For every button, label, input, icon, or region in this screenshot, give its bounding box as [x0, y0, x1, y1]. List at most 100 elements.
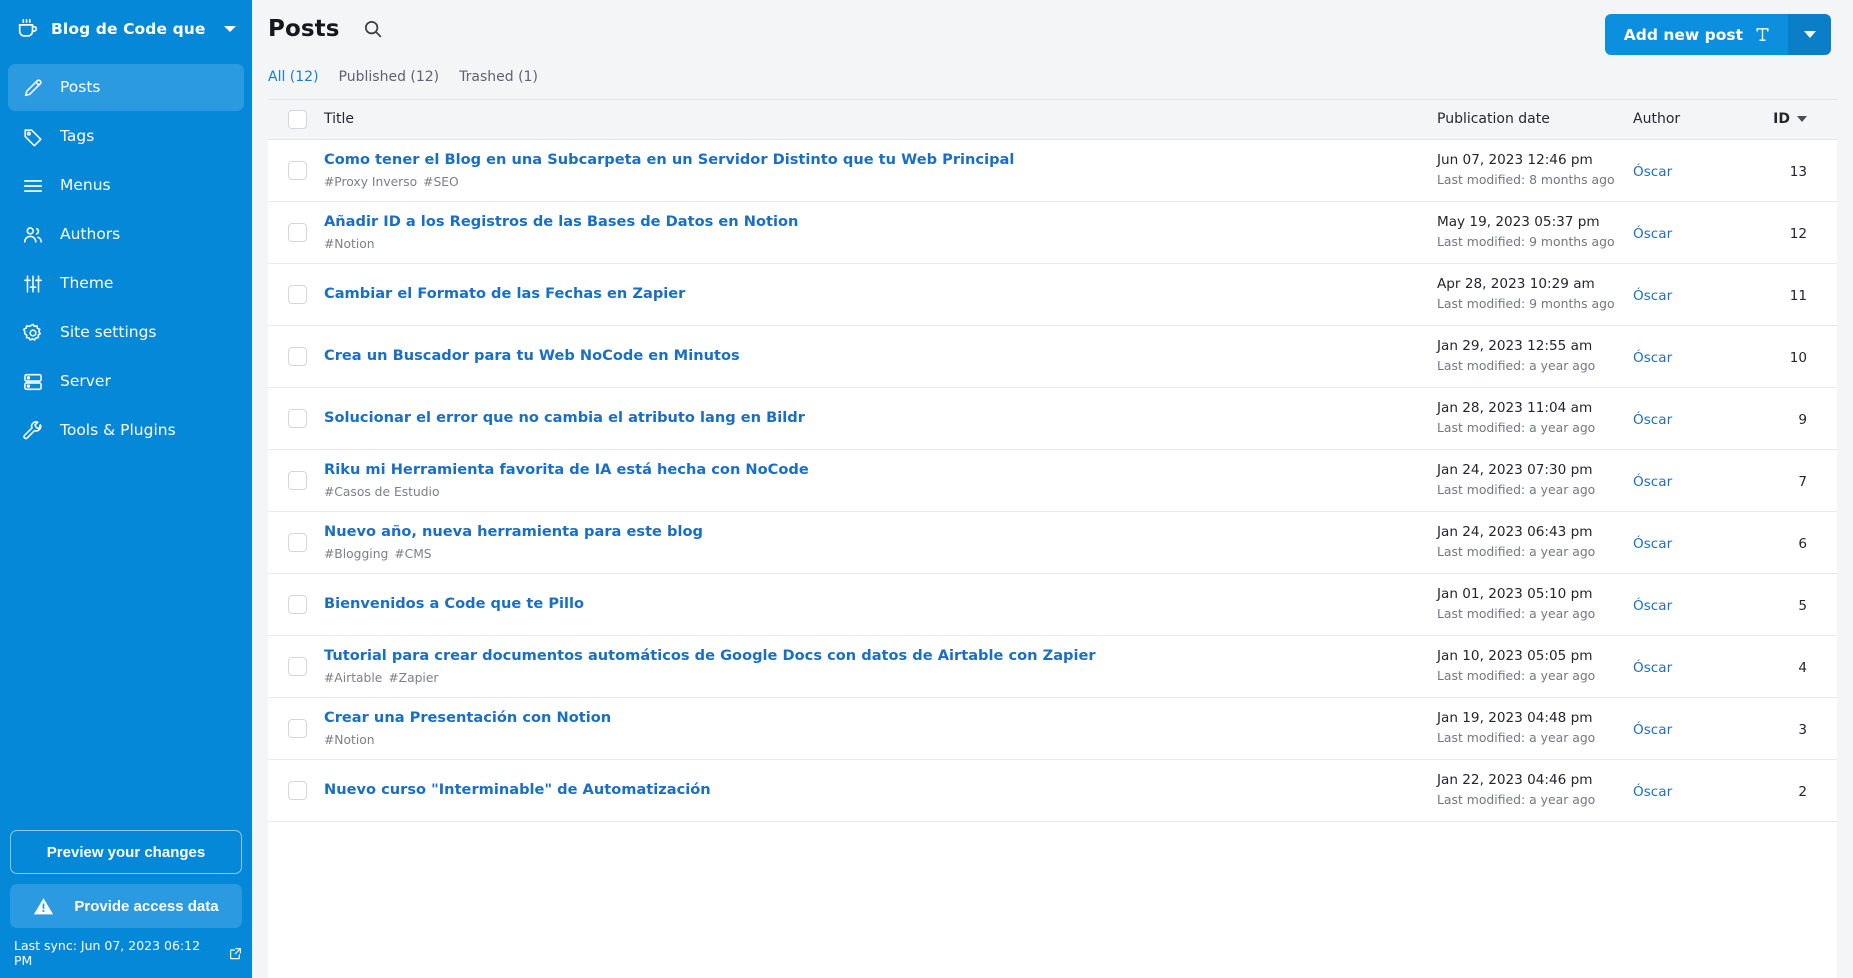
sidebar-spacer: [0, 456, 252, 830]
post-tag[interactable]: #Airtable: [324, 671, 382, 685]
post-title-link[interactable]: Crea un Buscador para tu Web NoCode en M…: [324, 347, 1437, 365]
tab-published[interactable]: Published (12): [339, 69, 440, 85]
sidebar-item-theme[interactable]: Theme: [8, 260, 244, 307]
row-checkbox[interactable]: [288, 657, 307, 676]
sidebar-item-menus[interactable]: Menus: [8, 162, 244, 209]
publication-date: Jun 07, 2023 12:46 pm: [1437, 152, 1619, 169]
post-id: 12: [1790, 226, 1807, 242]
row-checkbox[interactable]: [288, 347, 307, 366]
table-row[interactable]: Crea un Buscador para tu Web NoCode en M…: [268, 325, 1837, 387]
column-header-author[interactable]: Author: [1633, 100, 1753, 139]
sidebar-item-tags[interactable]: Tags: [8, 113, 244, 160]
table-row[interactable]: Bienvenidos a Code que te PilloJan 01, 2…: [268, 573, 1837, 635]
last-modified: Last modified: a year ago: [1437, 607, 1619, 622]
row-select-cell: [268, 201, 324, 263]
table-row[interactable]: Riku mi Herramienta favorita de IA está …: [268, 449, 1837, 511]
author-link[interactable]: Óscar: [1633, 536, 1672, 552]
sidebar-item-site-settings[interactable]: Site settings: [8, 309, 244, 356]
row-checkbox[interactable]: [288, 533, 307, 552]
sliders-icon: [22, 273, 44, 295]
author-link[interactable]: Óscar: [1633, 412, 1672, 428]
post-tag[interactable]: #Blogging: [324, 547, 388, 561]
post-title-link[interactable]: Cambiar el Formato de las Fechas en Zapi…: [324, 285, 1437, 303]
post-id-cell: 2: [1753, 759, 1837, 821]
column-header-id[interactable]: ID: [1753, 100, 1837, 139]
last-sync-status[interactable]: Last sync: Jun 07, 2023 06:12 PM: [10, 938, 242, 968]
post-title-link[interactable]: Crear una Presentación con Notion: [324, 709, 1437, 727]
column-header-title[interactable]: Title: [324, 100, 1437, 139]
search-icon[interactable]: [362, 18, 384, 40]
author-link[interactable]: Óscar: [1633, 288, 1672, 304]
column-header-publication-date[interactable]: Publication date: [1437, 100, 1633, 139]
post-tag[interactable]: #Proxy Inverso: [324, 175, 417, 189]
post-title-link[interactable]: Solucionar el error que no cambia el atr…: [324, 409, 1437, 427]
author-link[interactable]: Óscar: [1633, 474, 1672, 490]
author-link[interactable]: Óscar: [1633, 660, 1672, 676]
row-checkbox[interactable]: [288, 161, 307, 180]
sidebar-item-tools-plugins[interactable]: Tools & Plugins: [8, 407, 244, 454]
post-id: 9: [1798, 412, 1807, 428]
tab-trashed[interactable]: Trashed (1): [459, 69, 538, 85]
preview-changes-button[interactable]: Preview your changes: [10, 830, 242, 874]
publication-date-cell: May 19, 2023 05:37 pmLast modified: 9 mo…: [1437, 201, 1633, 263]
site-switcher[interactable]: Blog de Code que t...: [0, 0, 252, 56]
post-tag[interactable]: #Notion: [324, 733, 375, 747]
post-title-link[interactable]: Nuevo curso "Interminable" de Automatiza…: [324, 781, 1437, 799]
post-title-cell: Riku mi Herramienta favorita de IA está …: [324, 449, 1437, 511]
post-id-cell: 13: [1753, 139, 1837, 201]
post-tag[interactable]: #Notion: [324, 237, 375, 251]
post-tag[interactable]: #Zapier: [388, 671, 438, 685]
publication-date-cell: Apr 28, 2023 10:29 amLast modified: 9 mo…: [1437, 263, 1633, 325]
author-link[interactable]: Óscar: [1633, 598, 1672, 614]
table-row[interactable]: Añadir ID a los Registros de las Bases d…: [268, 201, 1837, 263]
publication-date: Jan 24, 2023 07:30 pm: [1437, 462, 1619, 479]
sidebar-item-authors[interactable]: Authors: [8, 211, 244, 258]
publication-date: May 19, 2023 05:37 pm: [1437, 214, 1619, 231]
post-title-link[interactable]: Añadir ID a los Registros de las Bases d…: [324, 213, 1437, 231]
sidebar-item-posts[interactable]: Posts: [8, 64, 244, 111]
table-row[interactable]: Como tener el Blog en una Subcarpeta en …: [268, 139, 1837, 201]
post-tag[interactable]: #Casos de Estudio: [324, 485, 440, 499]
table-row[interactable]: Nuevo año, nueva herramienta para este b…: [268, 511, 1837, 573]
post-title-link[interactable]: Nuevo año, nueva herramienta para este b…: [324, 523, 1437, 541]
table-row[interactable]: Nuevo curso "Interminable" de Automatiza…: [268, 759, 1837, 821]
post-id-cell: 4: [1753, 635, 1837, 697]
add-new-post-dropdown-button[interactable]: [1788, 14, 1831, 55]
post-title-link[interactable]: Tutorial para crear documentos automátic…: [324, 647, 1437, 665]
author-link[interactable]: Óscar: [1633, 350, 1672, 366]
tag-icon: [22, 126, 44, 148]
row-checkbox[interactable]: [288, 781, 307, 800]
table-row[interactable]: Crear una Presentación con Notion #Notion…: [268, 697, 1837, 759]
provide-access-data-button[interactable]: Provide access data: [10, 884, 242, 928]
posts-table-head: Title Publication date Author ID: [268, 100, 1837, 139]
author-link[interactable]: Óscar: [1633, 784, 1672, 800]
table-row[interactable]: Cambiar el Formato de las Fechas en Zapi…: [268, 263, 1837, 325]
author-link[interactable]: Óscar: [1633, 722, 1672, 738]
users-icon: [22, 224, 44, 246]
table-row[interactable]: Tutorial para crear documentos automátic…: [268, 635, 1837, 697]
author-cell: Óscar: [1633, 387, 1753, 449]
post-title-link[interactable]: Bienvenidos a Code que te Pillo: [324, 595, 1437, 613]
post-title-link[interactable]: Como tener el Blog en una Subcarpeta en …: [324, 151, 1437, 169]
author-link[interactable]: Óscar: [1633, 226, 1672, 242]
tab-all[interactable]: All (12): [268, 69, 319, 85]
author-link[interactable]: Óscar: [1633, 164, 1672, 180]
external-link-icon[interactable]: [229, 947, 242, 960]
row-checkbox[interactable]: [288, 719, 307, 738]
row-checkbox[interactable]: [288, 285, 307, 304]
row-checkbox[interactable]: [288, 223, 307, 242]
row-checkbox[interactable]: [288, 595, 307, 614]
post-tag[interactable]: #CMS: [394, 547, 431, 561]
publication-date: Jan 24, 2023 06:43 pm: [1437, 524, 1619, 541]
row-checkbox[interactable]: [288, 471, 307, 490]
sidebar-item-server[interactable]: Server: [8, 358, 244, 405]
select-all-checkbox[interactable]: [288, 110, 307, 129]
add-new-post-button[interactable]: Add new post: [1605, 14, 1788, 55]
chevron-down-icon[interactable]: [224, 26, 236, 32]
post-title-link[interactable]: Riku mi Herramienta favorita de IA está …: [324, 461, 1437, 479]
post-tag[interactable]: #SEO: [423, 175, 459, 189]
post-id: 13: [1790, 164, 1807, 180]
row-checkbox[interactable]: [288, 409, 307, 428]
table-row[interactable]: Solucionar el error que no cambia el atr…: [268, 387, 1837, 449]
post-title-cell: Crea un Buscador para tu Web NoCode en M…: [324, 325, 1437, 387]
